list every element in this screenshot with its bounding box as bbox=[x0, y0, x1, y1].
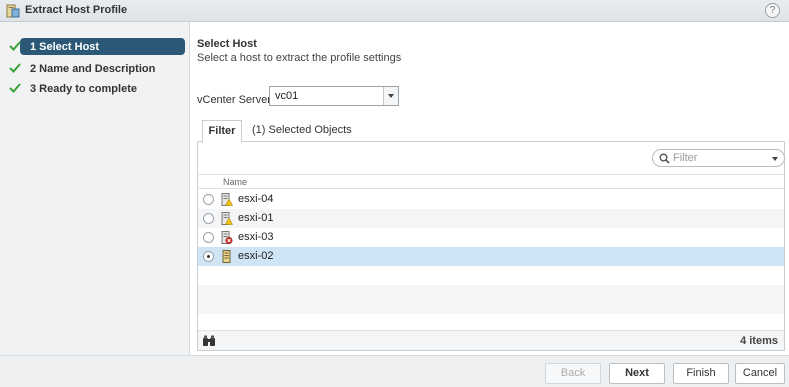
check-icon bbox=[9, 63, 21, 73]
host-icon bbox=[222, 250, 231, 263]
help-icon[interactable]: ? bbox=[765, 3, 780, 18]
host-profile-icon bbox=[6, 4, 20, 18]
step-ready-to-complete[interactable]: 3 Ready to complete bbox=[6, 80, 186, 98]
main-content: Select Host Select a host to extract the… bbox=[191, 22, 789, 355]
step-label: 1 Select Host bbox=[30, 41, 100, 53]
wizard-footer: Back Next Finish Cancel bbox=[0, 355, 789, 387]
host-name: esxi-02 bbox=[238, 250, 274, 262]
table-row-empty bbox=[198, 304, 784, 314]
section-title: Select Host bbox=[197, 38, 257, 50]
column-header-label: Name bbox=[223, 177, 248, 187]
cancel-button[interactable]: Cancel bbox=[735, 363, 785, 384]
row-radio[interactable] bbox=[203, 213, 214, 224]
host-warning-icon bbox=[221, 193, 233, 206]
wizard-steps: 1 Select Host 2 Name and Description 3 R… bbox=[0, 22, 190, 355]
check-icon bbox=[9, 83, 21, 93]
host-name: esxi-04 bbox=[238, 193, 274, 205]
section-subtitle: Select a host to extract the profile set… bbox=[197, 52, 402, 64]
finish-button[interactable]: Finish bbox=[673, 363, 729, 384]
row-radio[interactable] bbox=[203, 232, 214, 243]
tab-selected-objects[interactable]: (1) Selected Objects bbox=[252, 120, 362, 143]
chevron-down-icon[interactable] bbox=[772, 157, 778, 161]
host-error-icon bbox=[221, 231, 233, 244]
search-icon bbox=[659, 153, 670, 164]
check-icon bbox=[9, 41, 21, 51]
chevron-down-icon[interactable] bbox=[383, 87, 398, 105]
step-select-host[interactable]: 1 Select Host bbox=[6, 38, 186, 56]
vcenter-select[interactable]: vc01 bbox=[269, 86, 399, 106]
table-row-empty bbox=[198, 285, 784, 304]
filter-input[interactable]: Filter bbox=[652, 149, 785, 167]
list-toolbar: Filter bbox=[198, 142, 785, 175]
step-label: 2 Name and Description bbox=[30, 63, 156, 75]
dialog-title: Extract Host Profile bbox=[25, 4, 128, 16]
host-list-panel: Filter Name esxi-04 esxi-01 esxi-03 esxi… bbox=[197, 141, 785, 351]
table-row[interactable]: esxi-03 bbox=[198, 228, 784, 247]
column-header-name[interactable]: Name bbox=[198, 176, 784, 189]
step-label: 3 Ready to complete bbox=[30, 83, 137, 95]
next-button[interactable]: Next bbox=[609, 363, 665, 384]
host-warning-icon bbox=[221, 212, 233, 225]
host-name: esxi-03 bbox=[238, 231, 274, 243]
title-bar: Extract Host Profile ? bbox=[0, 0, 789, 22]
filter-placeholder: Filter bbox=[673, 152, 698, 164]
host-name: esxi-01 bbox=[238, 212, 274, 224]
item-count: 4 items bbox=[740, 335, 778, 347]
row-radio[interactable] bbox=[203, 194, 214, 205]
table-row[interactable]: esxi-01 bbox=[198, 209, 784, 228]
list-footer: 4 items bbox=[198, 330, 784, 350]
table-row[interactable]: esxi-02 bbox=[198, 247, 784, 266]
table-row[interactable]: esxi-04 bbox=[198, 190, 784, 209]
vcenter-value: vc01 bbox=[275, 90, 299, 102]
back-button[interactable]: Back bbox=[545, 363, 601, 384]
vcenter-label: vCenter Server: bbox=[197, 94, 275, 106]
tab-filter[interactable]: Filter bbox=[202, 120, 242, 143]
row-radio[interactable] bbox=[203, 251, 214, 262]
step-name-description[interactable]: 2 Name and Description bbox=[6, 60, 186, 78]
binoculars-icon[interactable] bbox=[202, 335, 216, 347]
